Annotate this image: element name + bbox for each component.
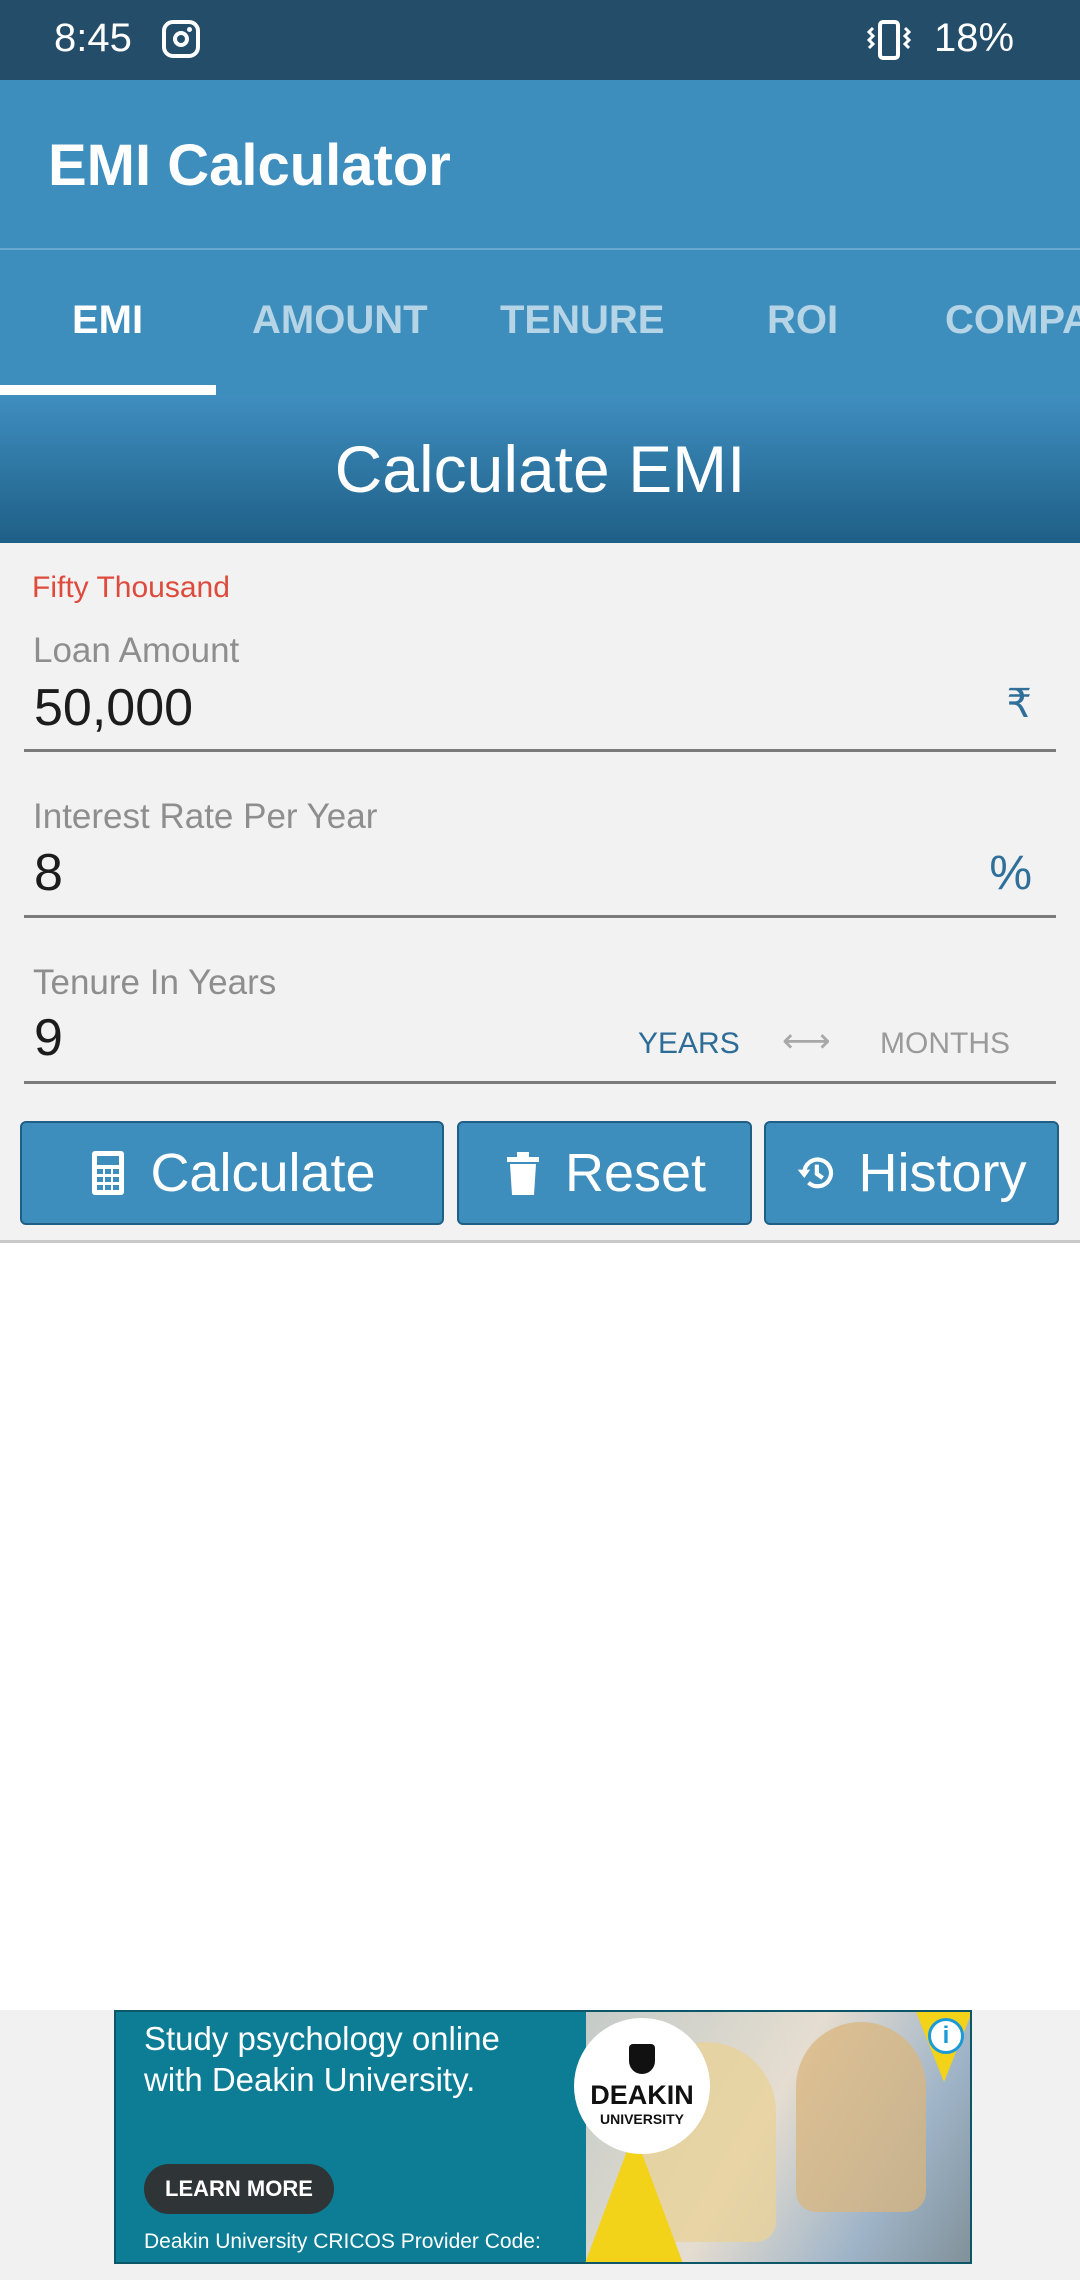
ad-footer-text: Deakin University CRICOS Provider Code: xyxy=(144,2230,541,2253)
reset-button[interactable]: Reset xyxy=(457,1121,752,1225)
deakin-logo: DEAKIN UNIVERSITY xyxy=(574,2018,710,2154)
interest-rate-label: Interest Rate Per Year xyxy=(33,797,378,836)
history-button[interactable]: History xyxy=(764,1121,1059,1225)
percent-icon: % xyxy=(989,847,1032,900)
calculator-icon xyxy=(92,1151,125,1195)
app-bar: EMI Calculator xyxy=(0,80,1080,250)
tab-amount[interactable]: AMOUNT xyxy=(252,298,428,343)
amount-in-words: Fifty Thousand xyxy=(32,571,230,604)
tab-roi[interactable]: ROI xyxy=(767,298,838,343)
page-title: Calculate EMI xyxy=(334,432,746,506)
tenure-unit-years[interactable]: YEARS xyxy=(638,1027,740,1061)
tab-compare[interactable]: COMPA xyxy=(945,298,1080,343)
interest-rate-input[interactable]: 8 xyxy=(34,843,63,903)
tenure-input[interactable]: 9 xyxy=(34,1008,63,1068)
status-time: 8:45 xyxy=(54,16,132,60)
interest-rate-underline xyxy=(24,915,1056,918)
ad-logo-name: DEAKIN xyxy=(590,2080,694,2110)
trash-icon xyxy=(506,1152,539,1195)
vibrate-icon xyxy=(866,20,912,60)
reset-label: Reset xyxy=(564,1143,707,1203)
tab-tenure[interactable]: TENURE xyxy=(500,298,664,343)
history-label: History xyxy=(858,1143,1027,1203)
tab-emi[interactable]: EMI xyxy=(72,298,143,343)
history-icon xyxy=(798,1157,834,1189)
ad-logo-subtitle: UNIVERSITY xyxy=(599,2111,684,2127)
loan-amount-input[interactable]: 50,000 xyxy=(34,678,193,738)
tab-bar: EMI AMOUNT TENURE ROI COMPA xyxy=(0,250,1080,395)
ad-banner[interactable]: Study psychology online with Deakin Univ… xyxy=(114,2010,972,2264)
ad-info-icon[interactable]: i xyxy=(928,2018,964,2054)
ad-container: Study psychology online with Deakin Univ… xyxy=(0,2010,1080,2280)
ad-headline: Study psychology online with Deakin Univ… xyxy=(144,2020,500,2098)
calculate-label: Calculate xyxy=(150,1143,376,1203)
calculate-button[interactable]: Calculate xyxy=(20,1121,444,1225)
ad-person-image xyxy=(796,2022,926,2212)
emi-form: Fifty Thousand Loan Amount 50,000 ₹ Inte… xyxy=(0,543,1080,1243)
deakin-crest-icon xyxy=(629,2044,655,2074)
learn-more-button[interactable]: LEARN MORE xyxy=(144,2164,334,2214)
section-header: Calculate EMI xyxy=(0,395,1080,543)
loan-amount-underline xyxy=(24,749,1056,752)
loan-amount-label: Loan Amount xyxy=(33,631,240,670)
instagram-icon xyxy=(162,20,200,58)
tenure-underline xyxy=(24,1081,1056,1084)
app-title: EMI Calculator xyxy=(48,133,451,198)
status-bar: 8:45 18% xyxy=(0,0,1080,80)
rupee-icon: ₹ xyxy=(1006,682,1032,726)
battery-level: 18% xyxy=(934,16,1015,60)
swap-unit-icon[interactable]: ⟷ xyxy=(782,1021,831,1061)
tenure-label: Tenure In Years xyxy=(33,963,277,1002)
tab-indicator xyxy=(0,385,216,395)
tenure-unit-months[interactable]: MONTHS xyxy=(880,1027,1010,1061)
